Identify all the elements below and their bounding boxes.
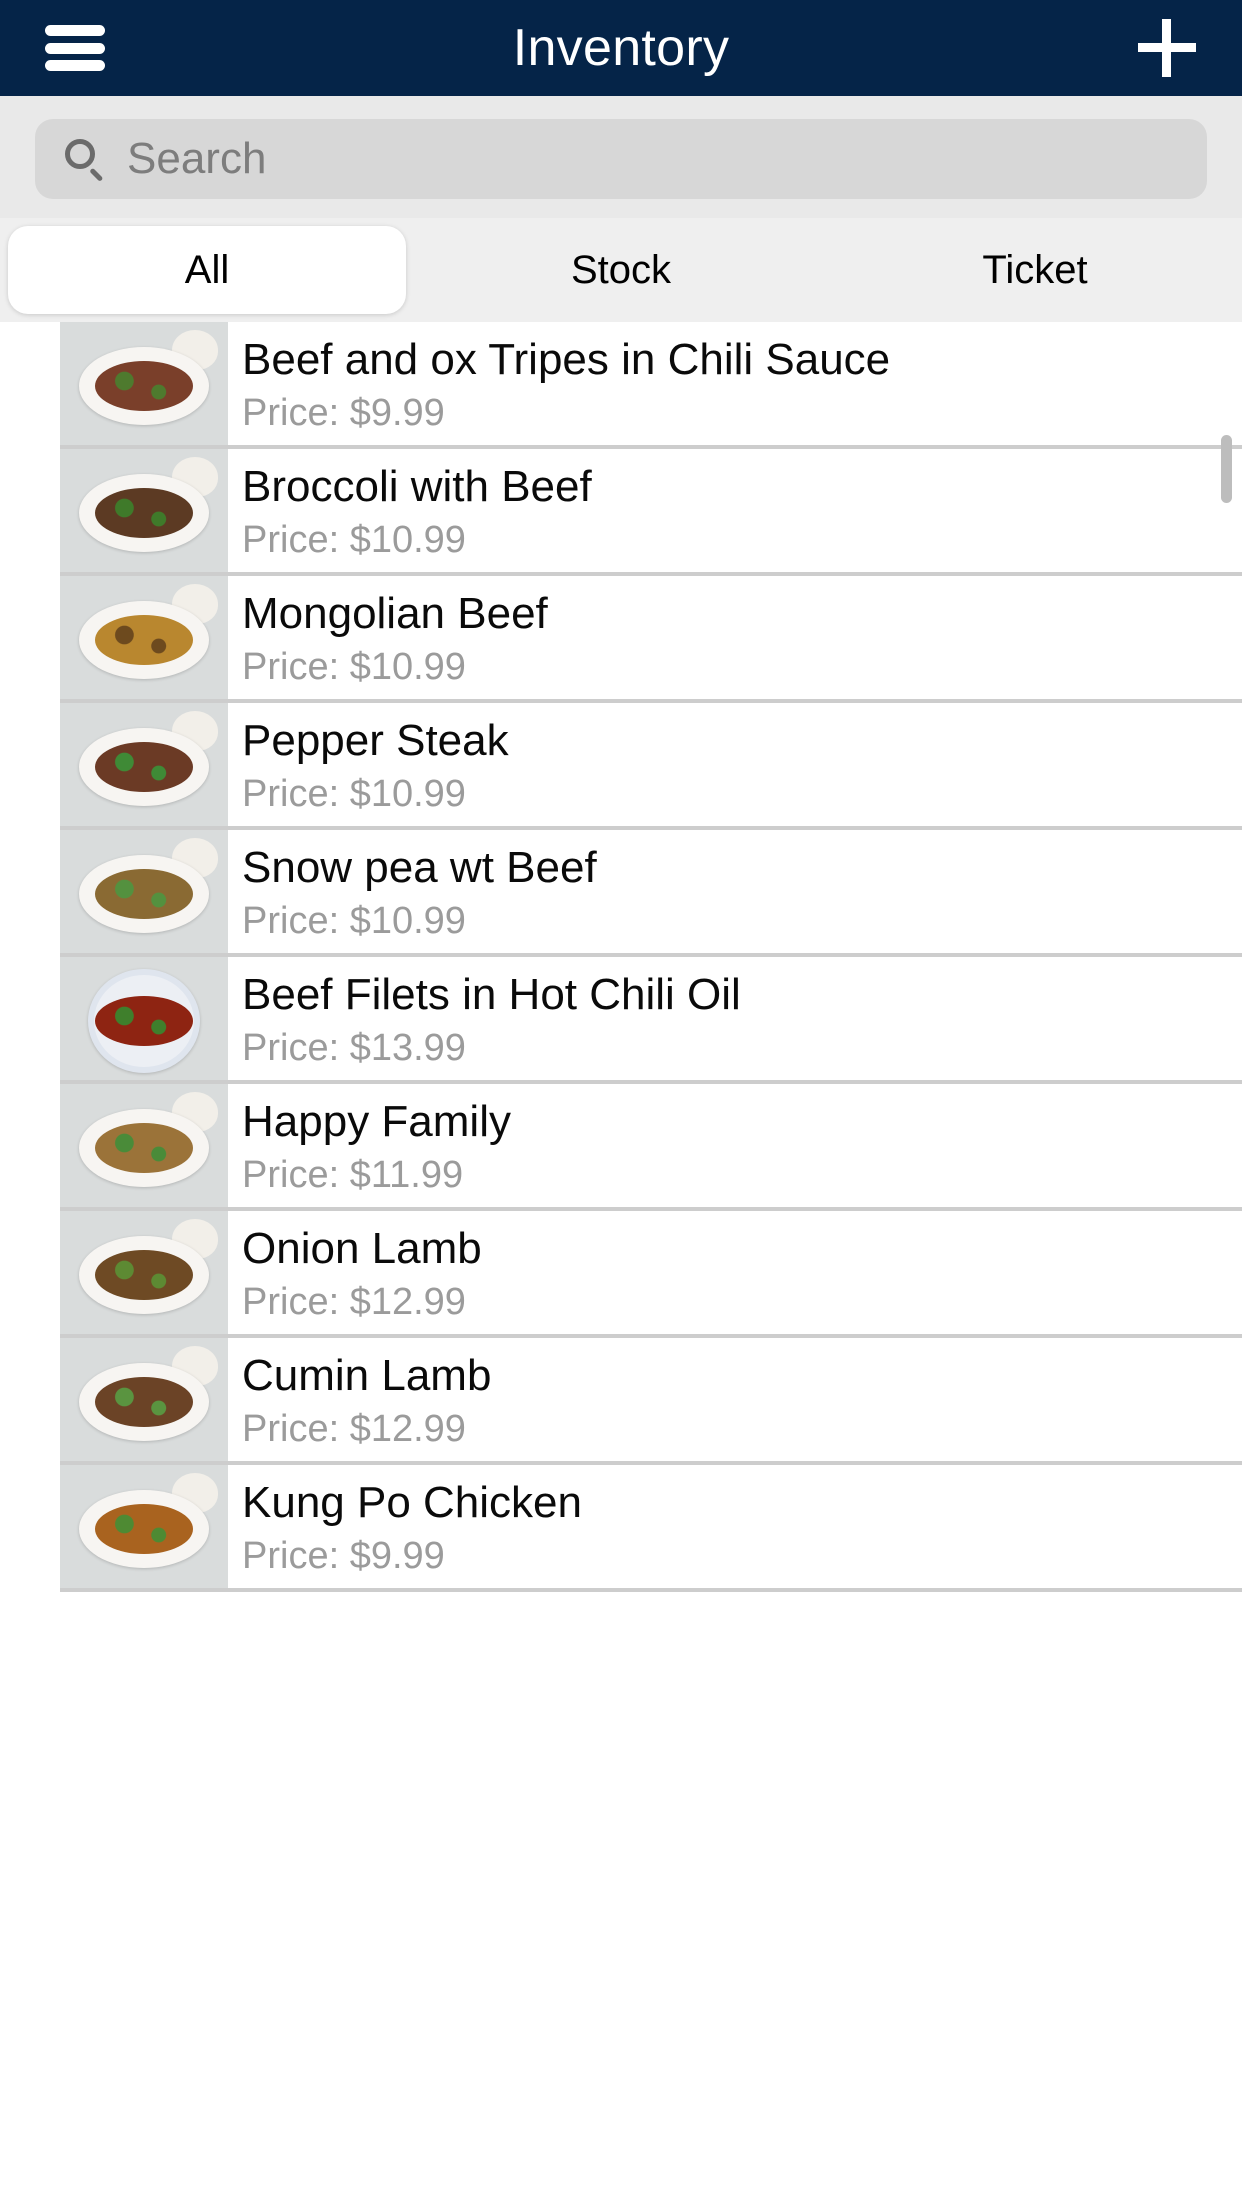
food-decor — [95, 868, 193, 919]
item-thumbnail — [60, 1338, 228, 1465]
page-title: Inventory — [512, 19, 730, 77]
item-text-block: Mongolian Beef Price: $10.99 — [242, 576, 548, 703]
item-name: Beef and ox Tripes in Chili Sauce — [242, 334, 891, 384]
item-name: Broccoli with Beef — [242, 461, 592, 511]
item-name: Cumin Lamb — [242, 1350, 492, 1400]
food-decor — [95, 487, 193, 538]
list-item[interactable]: Happy Family Price: $11.99 — [0, 1084, 1242, 1211]
item-thumbnail — [60, 576, 228, 703]
menu-button[interactable] — [0, 0, 150, 96]
plus-icon[interactable] — [1138, 19, 1196, 77]
hamburger-bar-1 — [45, 25, 105, 36]
search-icon-handle — [89, 167, 104, 182]
list-item[interactable]: Cumin Lamb Price: $12.99 — [0, 1338, 1242, 1465]
item-name: Kung Po Chicken — [242, 1477, 582, 1527]
item-text-block: Beef and ox Tripes in Chili Sauce Price: … — [242, 322, 890, 449]
item-thumbnail — [60, 703, 228, 830]
search-icon-ring — [65, 139, 95, 169]
list-item[interactable]: Onion Lamb Price: $12.99 — [0, 1211, 1242, 1338]
food-decor — [95, 1122, 193, 1173]
filter-segmented-control: All Stock Ticket — [0, 218, 1242, 322]
list-item[interactable]: Beef Filets in Hot Chili Oil Price: $13.9… — [0, 957, 1242, 1084]
tab-all[interactable]: All — [0, 218, 414, 322]
item-text-block: Beef Filets in Hot Chili Oil Price: $13.9… — [242, 957, 741, 1084]
food-decor — [95, 995, 193, 1046]
hamburger-bar-3 — [45, 60, 105, 71]
tab-all-label: All — [184, 247, 230, 292]
item-price: Price: $9.99 — [242, 392, 445, 435]
item-name: Mongolian Beef — [242, 588, 548, 638]
item-thumbnail — [60, 322, 228, 449]
item-thumbnail — [60, 1084, 228, 1211]
item-thumbnail — [60, 1211, 228, 1338]
item-price: Price: $10.99 — [242, 519, 466, 562]
food-decor — [95, 614, 193, 665]
inventory-list[interactable]: Beef and ox Tripes in Chili Sauce Price: … — [0, 322, 1242, 2208]
item-text-block: Happy Family Price: $11.99 — [242, 1084, 511, 1211]
item-thumbnail — [60, 1465, 228, 1592]
item-text-block: Kung Po Chicken Price: $9.99 — [242, 1465, 582, 1592]
food-decor — [95, 1503, 193, 1554]
row-separator — [60, 1588, 1242, 1592]
item-text-block: Pepper Steak Price: $10.99 — [242, 703, 509, 830]
item-name: Snow pea wt Beef — [242, 842, 597, 892]
item-thumbnail — [60, 830, 228, 957]
item-price: Price: $10.99 — [242, 900, 466, 943]
item-name: Pepper Steak — [242, 715, 509, 765]
item-price: Price: $11.99 — [242, 1154, 464, 1197]
search-icon — [63, 137, 107, 182]
list-item[interactable]: Pepper Steak Price: $10.99 — [0, 703, 1242, 830]
item-price: Price: $9.99 — [242, 1535, 445, 1578]
item-text-block: Snow pea wt Beef Price: $10.99 — [242, 830, 597, 957]
add-item-button[interactable] — [1092, 0, 1242, 96]
item-text-block: Cumin Lamb Price: $12.99 — [242, 1338, 491, 1465]
inventory-screen: Inventory Search All Stock Ticket Beef a… — [0, 0, 1242, 2208]
item-price: Price: $10.99 — [242, 646, 466, 689]
vertical-scrollbar[interactable] — [1221, 435, 1232, 503]
item-text-block: Broccoli with Beef Price: $10.99 — [242, 449, 592, 576]
search-bar-container: Search — [0, 96, 1242, 218]
hamburger-menu-icon[interactable] — [45, 25, 105, 71]
list-item[interactable]: Kung Po Chicken Price: $9.99 — [0, 1465, 1242, 1592]
tab-ticket[interactable]: Ticket — [828, 218, 1242, 322]
item-thumbnail — [60, 449, 228, 576]
search-placeholder: Search — [127, 134, 267, 183]
tab-stock-label: Stock — [570, 247, 672, 292]
item-name: Beef Filets in Hot Chili Oil — [242, 969, 741, 1019]
item-text-block: Onion Lamb Price: $12.99 — [242, 1211, 482, 1338]
food-decor — [95, 741, 193, 792]
hamburger-bar-2 — [45, 42, 105, 54]
item-name: Happy Family — [242, 1096, 511, 1146]
item-price: Price: $12.99 — [242, 1281, 466, 1324]
search-input[interactable]: Search — [35, 119, 1207, 199]
food-decor — [95, 360, 193, 411]
item-thumbnail — [60, 957, 228, 1084]
list-item[interactable]: Beef and ox Tripes in Chili Sauce Price: … — [0, 322, 1242, 449]
item-price: Price: $12.99 — [242, 1408, 466, 1451]
list-item[interactable]: Broccoli with Beef Price: $10.99 — [0, 449, 1242, 576]
tab-ticket-label: Ticket — [982, 247, 1088, 292]
tab-stock[interactable]: Stock — [414, 218, 828, 322]
list-item[interactable]: Mongolian Beef Price: $10.99 — [0, 576, 1242, 703]
app-header: Inventory — [0, 0, 1242, 96]
food-decor — [95, 1376, 193, 1427]
item-price: Price: $13.99 — [242, 1027, 466, 1070]
item-name: Onion Lamb — [242, 1223, 482, 1273]
item-price: Price: $10.99 — [242, 773, 466, 816]
food-decor — [95, 1249, 193, 1300]
list-item[interactable]: Snow pea wt Beef Price: $10.99 — [0, 830, 1242, 957]
